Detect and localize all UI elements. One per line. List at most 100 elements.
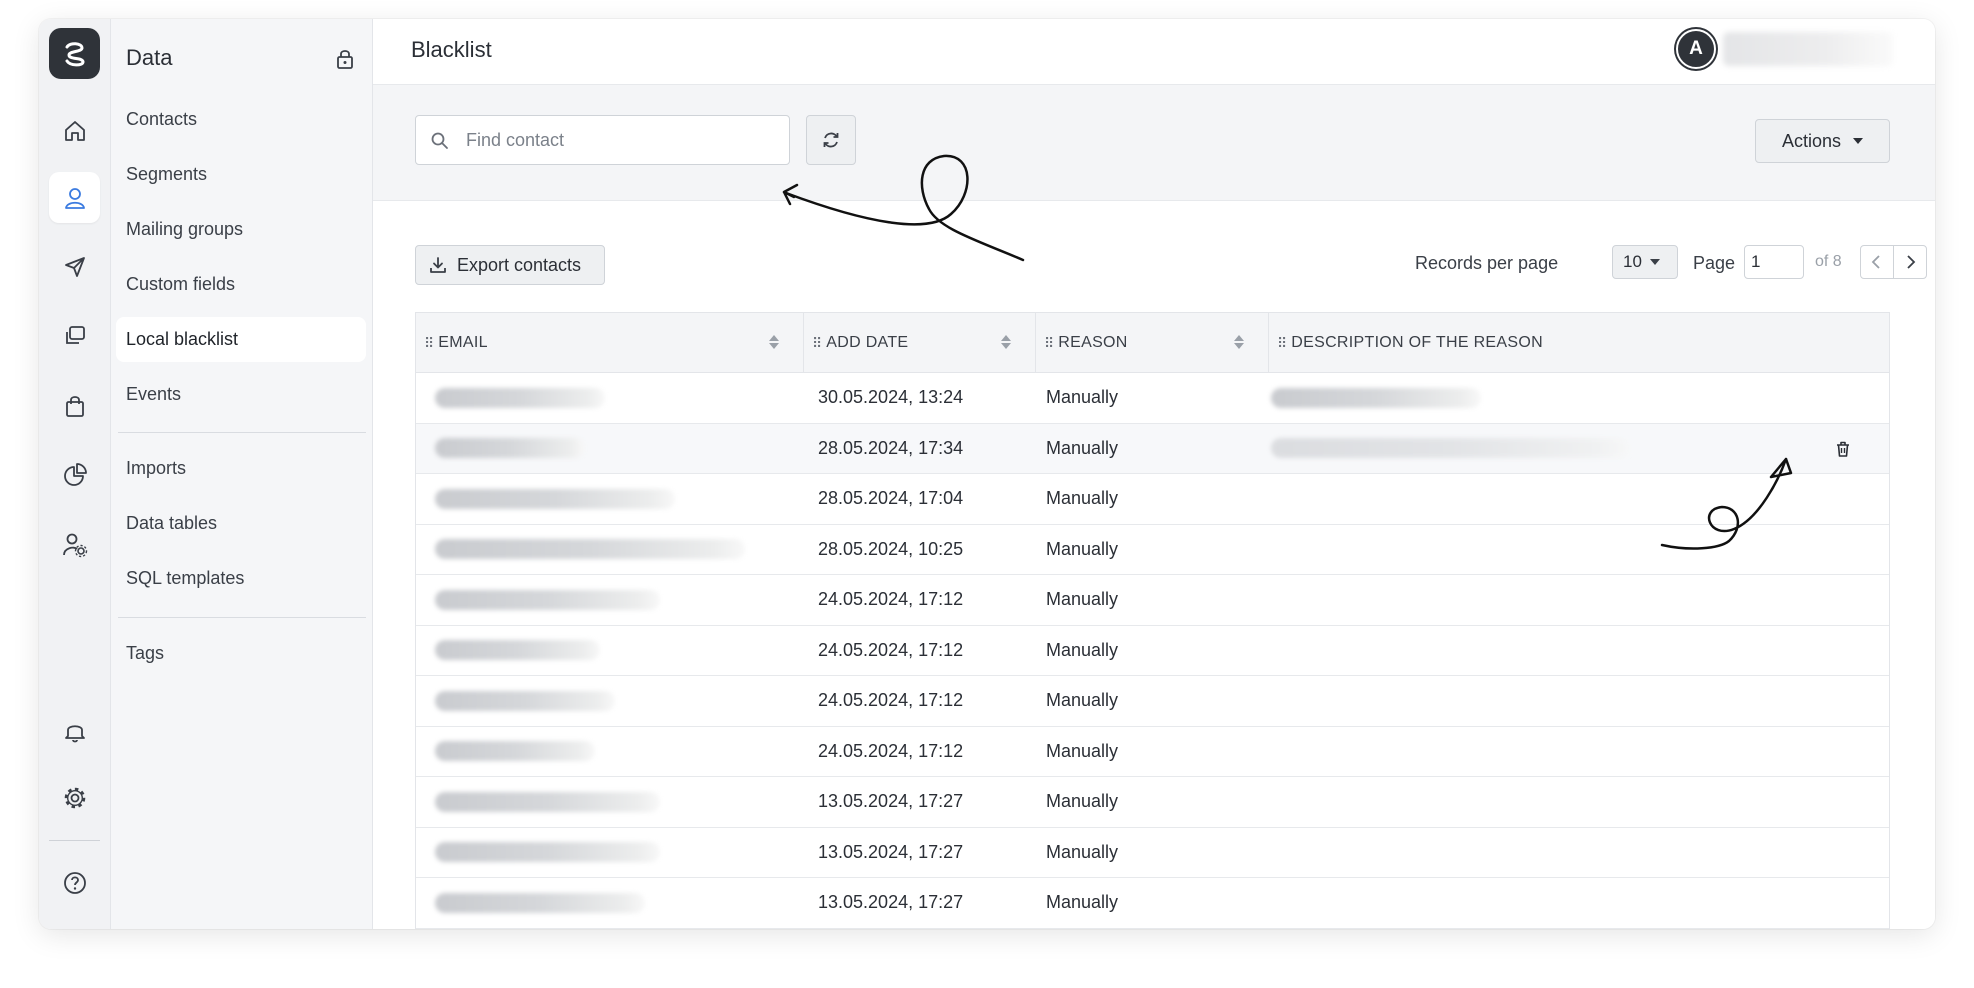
rail-templates[interactable] [49, 310, 100, 361]
nav-events[interactable]: Events [116, 372, 366, 417]
date-cell: 13.05.2024, 17:27 [818, 841, 964, 862]
app-logo[interactable] [49, 28, 100, 79]
app-window: Data Contacts Segments Mailing groups Cu… [39, 19, 1935, 929]
rail-analytics[interactable] [49, 449, 100, 500]
nav-custom-fields[interactable]: Custom fields [116, 262, 366, 307]
table-row[interactable]: 28.05.2024, 10:25 Manually [416, 525, 1889, 575]
email-redacted [435, 438, 585, 459]
email-cell [416, 626, 803, 676]
chevron-down-icon [1853, 138, 1864, 144]
drag-handle-icon[interactable]: ⠿ [1277, 335, 1287, 352]
drag-handle-icon[interactable]: ⠿ [812, 335, 822, 352]
table-row[interactable]: 24.05.2024, 17:12 Manually [416, 727, 1889, 777]
records-per-page-label: Records per page [1415, 253, 1559, 273]
rail-campaigns[interactable] [49, 241, 100, 292]
email-cell [416, 777, 803, 827]
table-row[interactable]: 13.05.2024, 17:27 Manually [416, 878, 1889, 929]
drag-handle-icon[interactable]: ⠿ [1044, 335, 1054, 352]
nav-segments[interactable]: Segments [116, 152, 366, 197]
chevron-right-icon [1907, 255, 1916, 269]
rail-home[interactable] [49, 105, 100, 156]
settings-gear-icon [64, 787, 85, 808]
reason-cell: Manually [1046, 589, 1119, 610]
drag-handle-icon[interactable]: ⠿ [424, 335, 434, 352]
user-name-redacted[interactable] [1723, 32, 1893, 66]
email-redacted [435, 488, 675, 509]
search-toolbar: Actions [373, 85, 1935, 201]
date-cell: 28.05.2024, 17:34 [818, 437, 964, 458]
chevron-down-icon [1649, 259, 1660, 265]
description-cell [1268, 626, 1889, 676]
table-row[interactable]: 28.05.2024, 17:04 Manually [416, 474, 1889, 525]
page-number-input[interactable]: 1 [1744, 245, 1804, 279]
blacklist-table: ⠿ EMAIL ⠿ ADD DATE ⠿ REASON ⠿ DESCRIPTIO… [415, 312, 1890, 929]
avatar[interactable]: A [1676, 29, 1716, 69]
table-row[interactable]: 28.05.2024, 17:34 Manually [416, 423, 1889, 474]
email-redacted [435, 589, 660, 610]
sort-icon[interactable] [1001, 335, 1011, 349]
campaigns-send-icon [64, 256, 85, 277]
email-redacted [435, 892, 645, 913]
search-box [415, 115, 790, 165]
rail-help[interactable] [49, 857, 100, 908]
table-row[interactable]: 13.05.2024, 17:27 Manually [416, 777, 1889, 828]
reason-cell: Manually [1046, 791, 1119, 812]
email-redacted [435, 842, 660, 863]
rail-ecommerce[interactable] [49, 380, 100, 431]
prev-page-button[interactable] [1860, 245, 1894, 279]
export-contacts-button[interactable]: Export contacts [415, 245, 605, 285]
column-reason-label: REASON [1058, 334, 1128, 351]
nav-separator [118, 617, 366, 618]
sort-icon[interactable] [1234, 335, 1244, 349]
next-page-button[interactable] [1893, 245, 1927, 279]
description-cell [1268, 525, 1889, 575]
reason-cell: Manually [1046, 841, 1119, 862]
rail-user-settings[interactable] [49, 519, 100, 570]
email-redacted [435, 539, 745, 560]
subnav-title: Data [126, 45, 173, 70]
email-cell [416, 676, 803, 726]
column-add-date[interactable]: ⠿ ADD DATE [803, 313, 1035, 373]
date-cell: 24.05.2024, 17:12 [818, 639, 964, 660]
actions-dropdown[interactable]: Actions [1755, 119, 1890, 163]
description-cell [1268, 777, 1889, 827]
search-input[interactable] [466, 116, 776, 164]
records-per-page-select[interactable]: 10 [1612, 245, 1678, 279]
nav-imports[interactable]: Imports [116, 446, 366, 491]
description-redacted [1271, 387, 1481, 408]
email-cell [416, 575, 803, 625]
refresh-icon [823, 132, 839, 148]
rail-contacts[interactable] [49, 172, 100, 223]
table-row[interactable]: 24.05.2024, 17:12 Manually [416, 575, 1889, 626]
table-row[interactable]: 30.05.2024, 13:24 Manually [416, 373, 1889, 424]
date-cell: 24.05.2024, 17:12 [818, 690, 964, 711]
column-description[interactable]: ⠿ DESCRIPTION OF THE REASON [1268, 313, 1889, 373]
home-icon [64, 120, 85, 141]
table-header: ⠿ EMAIL ⠿ ADD DATE ⠿ REASON ⠿ DESCRIPTIO… [416, 313, 1889, 373]
reason-cell: Manually [1046, 538, 1119, 559]
nav-local-blacklist[interactable]: Local blacklist [116, 317, 366, 362]
delete-trash-icon[interactable] [1833, 439, 1853, 459]
download-icon [430, 257, 446, 273]
table-row[interactable]: 24.05.2024, 17:12 Manually [416, 676, 1889, 727]
column-reason[interactable]: ⠿ REASON [1035, 313, 1268, 373]
email-cell [416, 828, 803, 878]
nav-tags[interactable]: Tags [116, 631, 366, 676]
nav-sql-templates[interactable]: SQL templates [116, 556, 366, 601]
nav-mailing-groups[interactable]: Mailing groups [116, 207, 366, 252]
sort-icon[interactable] [769, 335, 779, 349]
lock-icon[interactable] [335, 48, 355, 70]
nav-contacts[interactable]: Contacts [116, 97, 366, 142]
table-row[interactable]: 24.05.2024, 17:12 Manually [416, 626, 1889, 676]
rail-settings[interactable] [49, 772, 100, 823]
description-cell [1268, 373, 1889, 423]
reason-cell: Manually [1046, 690, 1119, 711]
email-redacted [435, 791, 660, 812]
nav-data-tables[interactable]: Data tables [116, 501, 366, 546]
rail-notifications[interactable] [49, 705, 100, 756]
email-cell [416, 727, 803, 777]
table-row[interactable]: 13.05.2024, 17:27 Manually [416, 828, 1889, 878]
user-settings-icon [62, 533, 87, 557]
refresh-button[interactable] [806, 115, 856, 165]
column-email[interactable]: ⠿ EMAIL [416, 313, 803, 373]
